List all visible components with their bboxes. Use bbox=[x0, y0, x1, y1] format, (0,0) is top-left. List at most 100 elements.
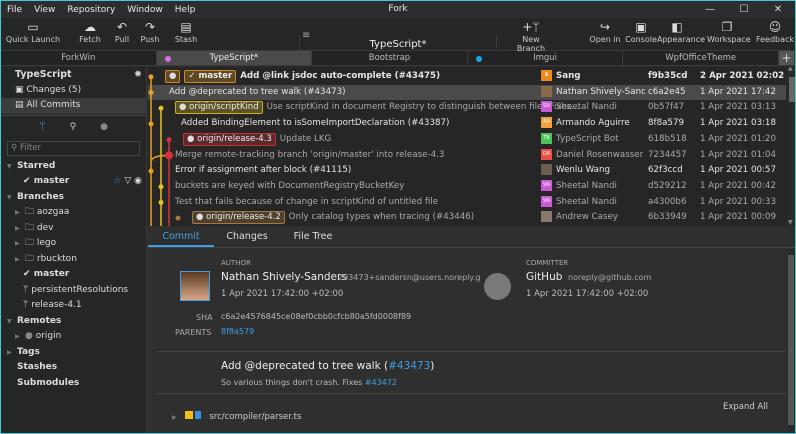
commit-message-cell: Add @deprecated to tree walk (#43473) bbox=[169, 86, 346, 97]
remote-origin[interactable]: ▶ ● origin bbox=[1, 329, 146, 345]
branch-badge[interactable]: ✓ master bbox=[184, 70, 237, 83]
commit-row[interactable]: buckets are keyed with DocumentRegistryB… bbox=[148, 179, 786, 195]
branch-folder-dev[interactable]: ▶ 🗀 dev bbox=[1, 221, 146, 237]
commit-author-cell: Nathan Shively-Sanders bbox=[541, 85, 645, 101]
tab-changes[interactable]: Changes bbox=[214, 226, 280, 247]
file-row[interactable]: ▶ src/compiler/parser.ts bbox=[172, 411, 301, 422]
settings-gear-icon[interactable]: ✹ bbox=[134, 67, 142, 83]
branches-view-icon[interactable]: ᛘ bbox=[39, 120, 46, 133]
workspace-button[interactable]: ❐ Workspace bbox=[707, 20, 751, 44]
commit-row[interactable]: Error if assignment after block (#41115)… bbox=[148, 163, 786, 179]
tab-commit[interactable]: Commit bbox=[148, 226, 214, 247]
commit-row[interactable]: ● origin/release-4.3 Update LKG TB TypeScri… bbox=[148, 132, 786, 148]
sidebar-changes[interactable]: ▣ Changes (5) bbox=[1, 83, 146, 99]
eye-icon: ◉ bbox=[134, 176, 142, 186]
new-branch-button[interactable]: +ᛘ New Branch bbox=[507, 20, 555, 53]
section-stashes[interactable]: Stashes bbox=[1, 360, 146, 376]
fetch-button[interactable]: ☁ Fetch bbox=[75, 20, 105, 44]
github-icon: ● bbox=[25, 331, 36, 341]
commit-row[interactable]: ● origin/release-4.2 Only catalog types w… bbox=[148, 210, 786, 226]
commit-row[interactable]: Merge remote-tracking branch 'origin/mas… bbox=[148, 148, 786, 164]
branch-badge[interactable]: ● origin/release-4.3 bbox=[183, 132, 276, 146]
tab-file-tree[interactable]: File Tree bbox=[280, 226, 346, 247]
commit-row[interactable]: Add @deprecated to tree walk (#43473) Nat… bbox=[148, 84, 786, 101]
commit-sha-cell: 0b57f47 bbox=[648, 102, 685, 113]
filter-input[interactable]: ⚲ Filter bbox=[7, 140, 140, 156]
branch-folder-aozgaa[interactable]: ▶ 🗀 aozgaa bbox=[1, 205, 146, 221]
commit-details: Commit Changes File Tree AUTHOR Nathan S… bbox=[148, 226, 795, 433]
commit-row[interactable]: Added BindingElement to isSomeImportDecl… bbox=[148, 116, 786, 132]
minimize-button[interactable]: — bbox=[693, 1, 727, 18]
github-icon[interactable]: ● bbox=[100, 122, 108, 132]
commit-message-cell: Test that fails because of change in scr… bbox=[175, 196, 439, 207]
section-remotes[interactable]: ▼ Remotes bbox=[1, 314, 146, 330]
tab-forkwin[interactable]: ForkWin bbox=[1, 51, 157, 65]
commit-date-cell: 1 Apr 2021 03:13 bbox=[700, 102, 776, 113]
sidebar-all-commits[interactable]: ▤ All Commits bbox=[1, 98, 146, 114]
branch-persistentResolutions[interactable]: ᛘ persistentResolutions bbox=[1, 283, 146, 299]
committer-name: GitHub bbox=[526, 271, 563, 283]
committer-email[interactable]: noreply@github.com bbox=[568, 273, 651, 282]
parent-link[interactable]: 8f8a579 bbox=[221, 327, 254, 336]
pull-button[interactable]: ↶ Pull bbox=[107, 20, 137, 44]
expand-all-button[interactable]: Expand All bbox=[723, 402, 768, 412]
stash-button[interactable]: ▤ Stash bbox=[171, 20, 201, 44]
menu-help[interactable]: Help bbox=[169, 5, 202, 15]
branch-release-4.1[interactable]: ᛘ release-4.1 bbox=[1, 298, 146, 314]
commit-row[interactable]: ● ✓ master Add @link jsdoc auto-complete (… bbox=[148, 69, 786, 85]
commit-author-cell: AA Armando Aguirre bbox=[541, 117, 630, 129]
close-button[interactable]: ✕ bbox=[761, 1, 795, 18]
repo-tabs: ForkWin TypeScript* Bootstrap Imgui WpfOffic… bbox=[1, 51, 795, 66]
maximize-button[interactable]: ☐ bbox=[727, 1, 761, 18]
commit-sha-cell: 62f3ccd bbox=[648, 165, 683, 176]
search-icon[interactable]: ⚲ bbox=[70, 122, 77, 132]
feedback-button[interactable]: ☺ Feedback bbox=[755, 20, 795, 44]
commit-list: ● ✓ master Add @link jsdoc auto-complete (… bbox=[148, 67, 795, 226]
commit-list-scrollbar[interactable]: ▲ ▼ bbox=[787, 67, 795, 226]
branch-folder-rbuckton[interactable]: ▶ 🗀 rbuckton bbox=[1, 252, 146, 268]
commit-date-cell: 1 Apr 2021 03:18 bbox=[700, 118, 776, 129]
quick-launch-button[interactable]: ▭ Quick Launch bbox=[5, 20, 61, 44]
branch-master[interactable]: ✔ master bbox=[1, 267, 146, 283]
commit-message-cell: ● ✓ master Add @link jsdoc auto-complete (… bbox=[165, 69, 440, 85]
section-starred[interactable]: ▼ Starred bbox=[1, 159, 146, 175]
push-button[interactable]: ↷ Push bbox=[135, 20, 165, 44]
starred-branch-master[interactable]: ✔ master ☆ ▽ ◉ bbox=[1, 174, 146, 190]
menu-file[interactable]: File bbox=[1, 5, 28, 15]
fork-window: File View Repository Window Help Fork — ☐ ✕ … bbox=[0, 0, 796, 434]
menu-view[interactable]: View bbox=[28, 5, 61, 15]
console-button[interactable]: ▣ Console bbox=[621, 20, 661, 44]
tab-bootstrap[interactable]: Bootstrap bbox=[312, 51, 468, 65]
branch-badge[interactable]: ● origin/scriptKind bbox=[175, 101, 263, 115]
add-tab-button[interactable]: + bbox=[778, 51, 795, 65]
section-submodules[interactable]: Submodules bbox=[1, 376, 146, 392]
author-email[interactable]: 293473+sandersn@users.noreply.githu bbox=[338, 273, 480, 282]
commit-message-cell: ● origin/scriptKind Use scriptKind in doc… bbox=[175, 100, 579, 116]
commit-row[interactable]: ● origin/scriptKind Use scriptKind in doc… bbox=[148, 100, 786, 116]
file-path: src/compiler/parser.ts bbox=[209, 412, 302, 422]
commit-author-cell: SN Sheetal Nandi bbox=[541, 179, 645, 195]
hamburger-icon[interactable]: ≡ bbox=[302, 30, 310, 41]
body-issue-link[interactable]: #43472 bbox=[365, 378, 397, 387]
menu-window[interactable]: Window bbox=[121, 5, 169, 15]
tab-status-dot-icon bbox=[164, 56, 171, 62]
filter-icon: ▽ bbox=[124, 176, 132, 186]
details-scrollbar[interactable] bbox=[787, 249, 795, 433]
fetch-icon: ☁ bbox=[84, 20, 96, 34]
section-tags[interactable]: ▶ Tags bbox=[1, 345, 146, 361]
commit-row[interactable]: Test that fails because of change in scr… bbox=[148, 195, 786, 211]
tab-imgui[interactable]: Imgui bbox=[468, 51, 624, 65]
commit-author-cell: SN Sheetal Nandi bbox=[541, 195, 645, 211]
menu-repository[interactable]: Repository bbox=[61, 5, 121, 15]
tab-wpfofficetheme[interactable]: WpfOfficeTheme bbox=[623, 51, 779, 65]
commit-sha-cell: c6a2e45 bbox=[648, 86, 686, 97]
branch-badge[interactable]: ● origin/release-4.2 bbox=[192, 211, 285, 225]
section-branches[interactable]: ▼ Branches bbox=[1, 190, 146, 206]
open-in-button[interactable]: ↪ Open in bbox=[585, 20, 625, 44]
subject-pr-link[interactable]: #43473 bbox=[388, 360, 430, 372]
folder-icon: 🗀 bbox=[25, 207, 37, 217]
branch-folder-lego[interactable]: ▶ 🗀 lego bbox=[1, 236, 146, 252]
tab-typescript[interactable]: TypeScript* bbox=[156, 51, 313, 65]
appearance-button[interactable]: ◧ Appearance bbox=[657, 20, 705, 44]
commit-graph bbox=[148, 74, 181, 226]
